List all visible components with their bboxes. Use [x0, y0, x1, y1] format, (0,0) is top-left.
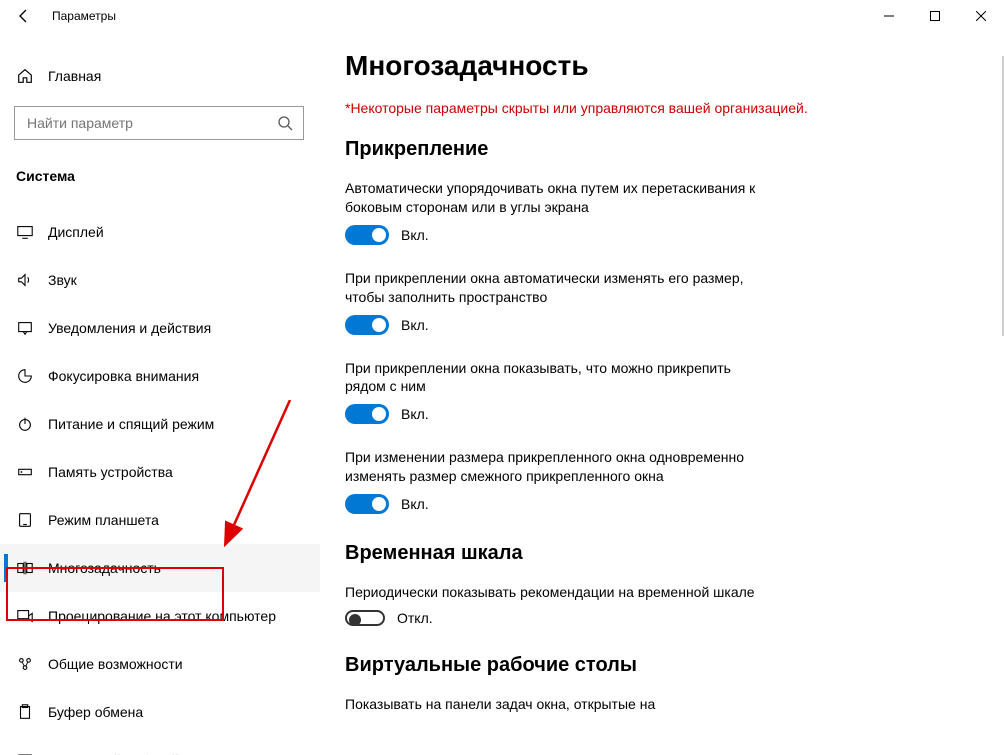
sidebar-section: Система — [0, 168, 320, 184]
window-title: Параметры — [52, 9, 116, 23]
sidebar-item-label: Многозадачность — [48, 560, 161, 576]
sidebar-item-clipboard[interactable]: Буфер обмена — [0, 688, 320, 736]
maximize-button[interactable] — [912, 0, 958, 32]
page-title: Многозадачность — [345, 50, 904, 82]
sidebar-item-focus[interactable]: Фокусировка внимания — [0, 352, 320, 400]
sidebar-item-display[interactable]: Дисплей — [0, 208, 320, 256]
projecting-icon — [16, 607, 48, 625]
setting-desc: Периодически показывать рекомендации на … — [345, 583, 775, 602]
remote-icon — [16, 751, 48, 755]
shared-icon — [16, 655, 48, 673]
notifications-icon — [16, 319, 48, 337]
sidebar-item-label: Проецирование на этот компьютер — [48, 608, 276, 624]
virtual-setting: Показывать на панели задач окна, открыты… — [345, 695, 904, 714]
sidebar-item-label: Общие возможности — [48, 656, 183, 672]
sidebar-item-multitasking[interactable]: Многозадачность — [0, 544, 320, 592]
storage-icon — [16, 463, 48, 481]
back-button[interactable] — [8, 0, 40, 32]
setting-desc: Показывать на панели задач окна, открыты… — [345, 695, 775, 714]
clipboard-icon — [16, 703, 48, 721]
display-icon — [16, 223, 48, 241]
sidebar-item-projecting[interactable]: Проецирование на этот компьютер — [0, 592, 320, 640]
toggle-snap-arrange[interactable] — [345, 225, 389, 245]
snap-heading: Прикрепление — [345, 138, 904, 161]
focus-icon — [16, 367, 48, 385]
sidebar-item-label: Фокусировка внимания — [48, 368, 199, 384]
org-policy-note: *Некоторые параметры скрыты или управляю… — [345, 100, 904, 116]
setting-desc: Автоматически упорядочивать окна путем и… — [345, 179, 775, 217]
window-controls — [866, 0, 1004, 32]
setting-desc: При изменении размера прикрепленного окн… — [345, 448, 775, 486]
content-panel: Многозадачность *Некоторые параметры скр… — [320, 32, 1004, 755]
minimize-button[interactable] — [866, 0, 912, 32]
sidebar-item-label: Звук — [48, 272, 77, 288]
toggle-snap-resize[interactable] — [345, 315, 389, 335]
virtual-heading: Виртуальные рабочие столы — [345, 654, 904, 677]
toggle-state: Вкл. — [401, 406, 429, 422]
toggle-state: Вкл. — [401, 496, 429, 512]
sidebar-item-notifications[interactable]: Уведомления и действия — [0, 304, 320, 352]
sidebar: Главная Система Дисплей Зв — [0, 32, 320, 755]
sidebar-item-remote[interactable]: Удаленный рабочий стол — [0, 736, 320, 755]
sidebar-item-shared[interactable]: Общие возможности — [0, 640, 320, 688]
setting-desc: При прикреплении окна автоматически изме… — [345, 269, 775, 307]
sidebar-item-power[interactable]: Питание и спящий режим — [0, 400, 320, 448]
snap-setting-1: Автоматически упорядочивать окна путем и… — [345, 179, 904, 245]
title-bar: Параметры — [0, 0, 1004, 32]
home-label: Главная — [48, 68, 101, 84]
snap-setting-4: При изменении размера прикрепленного окн… — [345, 448, 904, 514]
nav-list: Дисплей Звук Уведомления и действия Фоку… — [0, 208, 320, 755]
power-icon — [16, 415, 48, 433]
toggle-snap-adjacent[interactable] — [345, 494, 389, 514]
toggle-timeline-suggestions[interactable] — [345, 610, 385, 626]
snap-setting-2: При прикреплении окна автоматически изме… — [345, 269, 904, 335]
toggle-state: Вкл. — [401, 317, 429, 333]
sidebar-item-label: Уведомления и действия — [48, 320, 211, 336]
sidebar-item-label: Память устройства — [48, 464, 173, 480]
toggle-state: Вкл. — [401, 227, 429, 243]
sound-icon — [16, 271, 48, 289]
sidebar-item-storage[interactable]: Память устройства — [0, 448, 320, 496]
sidebar-item-label: Режим планшета — [48, 512, 159, 528]
sidebar-item-label: Буфер обмена — [48, 704, 143, 720]
sidebar-item-tablet[interactable]: Режим планшета — [0, 496, 320, 544]
multitasking-icon — [16, 559, 48, 577]
toggle-snap-assist[interactable] — [345, 404, 389, 424]
sidebar-item-sound[interactable]: Звук — [0, 256, 320, 304]
tablet-icon — [16, 511, 48, 529]
close-button[interactable] — [958, 0, 1004, 32]
toggle-state: Откл. — [397, 610, 433, 626]
setting-desc: При прикреплении окна показывать, что мо… — [345, 359, 775, 397]
snap-setting-3: При прикреплении окна показывать, что мо… — [345, 359, 904, 425]
home-icon — [16, 67, 48, 85]
sidebar-item-label: Дисплей — [48, 224, 104, 240]
sidebar-item-label: Питание и спящий режим — [48, 416, 214, 432]
timeline-heading: Временная шкала — [345, 542, 904, 565]
search-input[interactable] — [14, 106, 304, 140]
search-field[interactable] — [25, 114, 277, 132]
search-icon — [277, 115, 293, 131]
timeline-setting: Периодически показывать рекомендации на … — [345, 583, 904, 626]
home-button[interactable]: Главная — [0, 56, 320, 96]
